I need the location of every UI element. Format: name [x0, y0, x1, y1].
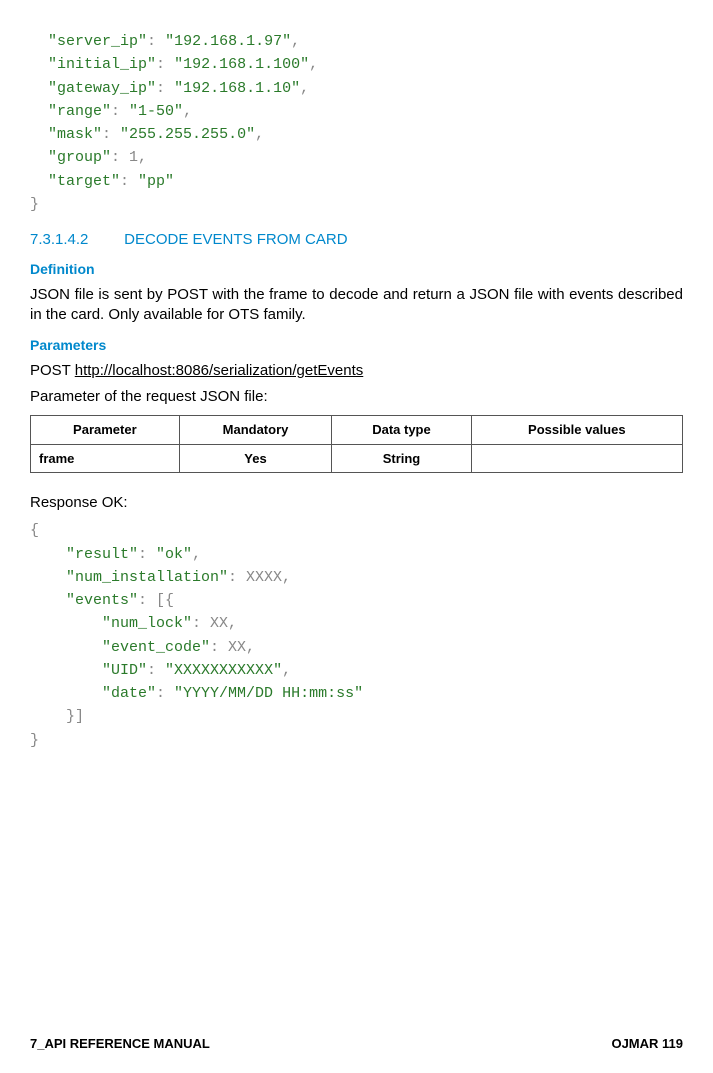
code-block-top: "server_ip": "192.168.1.97", "initial_ip…: [30, 30, 683, 216]
http-method: POST: [30, 362, 75, 379]
cell-mandatory: Yes: [179, 444, 332, 473]
code-block-response: { "result": "ok", "num_installation": XX…: [30, 519, 683, 752]
definition-text: JSON file is sent by POST with the frame…: [30, 285, 683, 326]
col-parameter: Parameter: [31, 416, 180, 445]
col-mandatory: Mandatory: [179, 416, 332, 445]
parameters-table: Parameter Mandatory Data type Possible v…: [30, 415, 683, 473]
footer-right: OJMAR 119: [611, 1035, 683, 1053]
section-number: 7.3.1.4.2: [30, 230, 120, 250]
col-datatype: Data type: [332, 416, 471, 445]
parameters-heading: Parameters: [30, 336, 683, 355]
footer-left: 7_API REFERENCE MANUAL: [30, 1035, 210, 1053]
section-heading: 7.3.1.4.2 DECODE EVENTS FROM CARD: [30, 230, 683, 250]
param-caption: Parameter of the request JSON file:: [30, 387, 683, 407]
table-row: frameYesString: [31, 444, 683, 473]
endpoint-url: http://localhost:8086/serialization/getE…: [75, 362, 364, 379]
col-possible: Possible values: [471, 416, 682, 445]
cell-possible: [471, 444, 682, 473]
table-header-row: Parameter Mandatory Data type Possible v…: [31, 416, 683, 445]
cell-parameter: frame: [31, 444, 180, 473]
cell-datatype: String: [332, 444, 471, 473]
section-title: DECODE EVENTS FROM CARD: [124, 231, 347, 248]
response-label: Response OK:: [30, 493, 683, 513]
endpoint-line: POST http://localhost:8086/serialization…: [30, 361, 683, 381]
definition-heading: Definition: [30, 260, 683, 279]
page-footer: 7_API REFERENCE MANUAL OJMAR 119: [30, 1035, 683, 1053]
